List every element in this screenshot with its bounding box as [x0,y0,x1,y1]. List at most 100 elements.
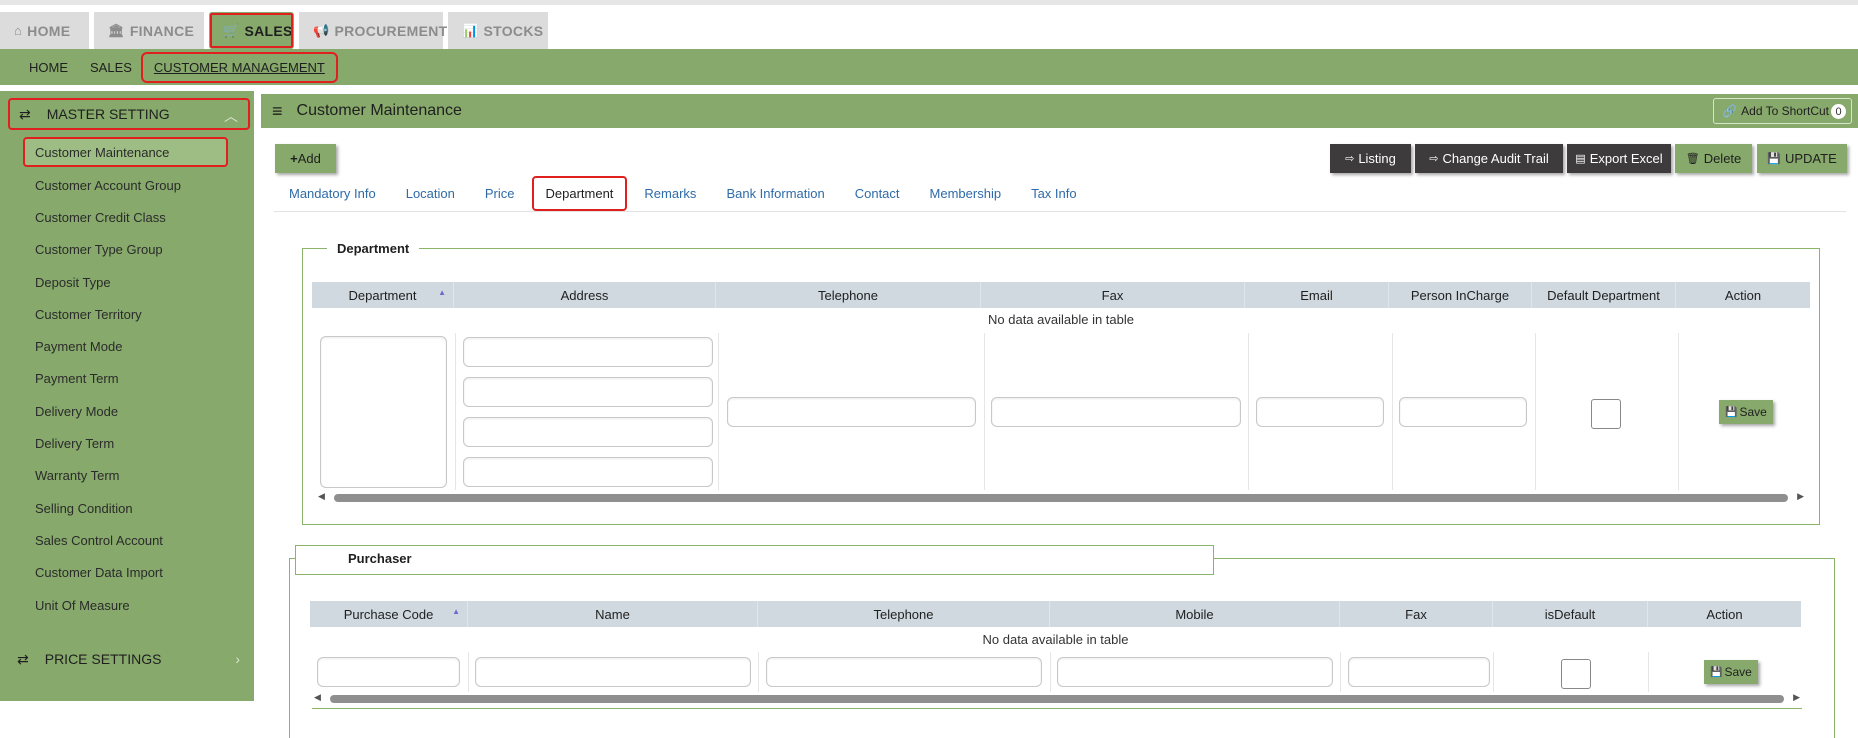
column-mobile[interactable]: Mobile [1050,601,1340,627]
subnav-customer-management[interactable]: CUSTOMER MANAGEMENT [140,51,338,83]
name-input[interactable] [475,657,751,687]
tab-bank-information[interactable]: Bank Information [711,180,839,207]
sidebar-item-customer-maintenance[interactable]: Customer Maintenance [23,137,228,167]
sidebar-item-delivery-term[interactable]: Delivery Term [0,427,254,459]
column-label: Action [1706,606,1743,622]
update-button[interactable]: 💾 UPDATE [1757,144,1847,173]
update-button-label: UPDATE [1784,151,1837,166]
column-email[interactable]: Email [1245,282,1389,308]
sidebar-price-settings[interactable]: ⇄ PRICE SETTINGS › [8,644,250,674]
module-tab-stocks[interactable]: 📊 STOCKS [448,12,548,49]
scroll-right-icon[interactable]: ▶ [1797,491,1804,502]
department-textarea[interactable] [320,336,447,488]
fax-input[interactable] [1348,657,1490,687]
sidebar-item-delivery-mode[interactable]: Delivery Mode [0,395,254,427]
sidebar-item-customer-credit-class[interactable]: Customer Credit Class [0,201,254,233]
sidebar-item-payment-term[interactable]: Payment Term [0,363,254,395]
email-input[interactable] [1256,397,1384,427]
sign-out-icon: ⇨ [1345,153,1355,165]
column-default-department[interactable]: Default Department [1532,282,1676,308]
purchaser-horizontal-scrollbar[interactable]: ◀ ▶ [312,692,1802,706]
purchaser-save-button[interactable]: 💾 Save [1704,660,1758,684]
scrollbar-thumb[interactable] [330,695,1784,703]
address-line-4-input[interactable] [463,457,713,487]
tab-price[interactable]: Price [470,180,530,207]
module-tab-home[interactable]: ⌂ HOME [0,12,89,49]
module-tab-procurement[interactable]: 📢 PROCUREMENT [299,12,447,49]
chart-icon: 📊 [462,22,479,38]
address-line-3-input[interactable] [463,417,713,447]
tab-department[interactable]: Department [531,175,628,211]
column-name[interactable]: Name [468,601,758,627]
sidebar-item-customer-territory[interactable]: Customer Territory [0,298,254,330]
column-label: Address [560,287,609,303]
column-fax[interactable]: Fax [1340,601,1493,627]
sidebar-item-customer-data-import[interactable]: Customer Data Import [0,557,254,589]
column-fax[interactable]: Fax [981,282,1245,308]
department-horizontal-scrollbar[interactable]: ◀ ▶ [316,491,1806,505]
export-excel-button[interactable]: ▤ Export Excel [1567,144,1671,173]
sidebar-item-customer-account-group[interactable]: Customer Account Group [0,169,254,201]
column-action[interactable]: Action [1648,601,1801,627]
sidebar-item-payment-mode[interactable]: Payment Mode [0,330,254,362]
column-label: Person InCharge [1410,287,1510,303]
bullhorn-icon: 📢 [313,22,330,38]
column-telephone[interactable]: Telephone [716,282,981,308]
delete-button[interactable]: 🗑 Delete [1675,144,1752,173]
sidebar-master-setting[interactable]: ⇄ MASTER SETTING ︿ [8,98,250,130]
sidebar-item-deposit-type[interactable]: Deposit Type [0,266,254,298]
tab-location[interactable]: Location [391,180,470,207]
scroll-right-icon[interactable]: ▶ [1793,692,1800,703]
save-icon: 💾 [1710,666,1723,678]
department-save-button[interactable]: 💾 Save [1719,400,1773,424]
change-audit-trail-button[interactable]: ⇨ Change Audit Trail [1415,144,1563,173]
sidebar-item-selling-condition[interactable]: Selling Condition [0,492,254,524]
file-excel-icon: ▤ [1575,153,1586,165]
scrollbar-thumb[interactable] [334,494,1788,502]
purchase-code-input[interactable] [317,657,460,687]
column-action[interactable]: Action [1676,282,1810,308]
tab-contact[interactable]: Contact [840,180,915,207]
tab-tax-info[interactable]: Tax Info [1016,180,1092,207]
column-label: Fax [1405,606,1427,622]
add-to-shortcut-button[interactable]: 🔗 Add To ShortCut 0 [1713,98,1852,124]
telephone-input[interactable] [727,397,976,427]
scroll-left-icon[interactable]: ◀ [314,692,321,703]
sidebar-item-unit-of-measure[interactable]: Unit Of Measure [0,589,254,621]
module-tab-label: SALES [244,22,293,39]
address-line-1-input[interactable] [463,337,713,367]
column-department[interactable]: Department ▲ [312,282,454,308]
column-label: Name [595,606,630,622]
trash-icon: 🗑 [1685,153,1700,165]
isdefault-checkbox[interactable] [1561,659,1591,689]
address-line-2-input[interactable] [463,377,713,407]
column-address[interactable]: Address [454,282,716,308]
module-tab-sales[interactable]: 🛒 SALES [209,12,294,49]
mobile-input[interactable] [1057,657,1333,687]
tab-membership[interactable]: Membership [915,180,1017,207]
column-telephone[interactable]: Telephone [758,601,1050,627]
scroll-left-icon[interactable]: ◀ [318,491,325,502]
module-tabs: ⌂ HOME 🏛 FINANCE 🛒 SALES 📢 PROCUREMENT 📊… [0,12,548,50]
sidebar: ⇄ MASTER SETTING ︿ Customer Maintenance … [0,91,254,701]
tab-mandatory-info[interactable]: Mandatory Info [274,180,391,207]
column-divider [1648,652,1649,692]
subnav-home[interactable]: HOME [18,54,79,81]
module-tab-finance[interactable]: 🏛 FINANCE [94,12,204,49]
default-department-checkbox[interactable] [1591,399,1621,429]
sidebar-item-warranty-term[interactable]: Warranty Term [0,460,254,492]
add-button[interactable]: + Add [275,144,336,173]
subnav-sales[interactable]: SALES [79,54,143,81]
telephone-input[interactable] [766,657,1042,687]
menu-icon[interactable]: ≡ [272,101,283,122]
column-isdefault[interactable]: isDefault [1493,601,1648,627]
exchange-icon: ⇄ [19,105,31,122]
tab-remarks[interactable]: Remarks [629,180,711,207]
listing-button[interactable]: ⇨ Listing [1330,144,1411,173]
fax-input[interactable] [991,397,1241,427]
sidebar-item-sales-control-account[interactable]: Sales Control Account [0,524,254,556]
person-incharge-input[interactable] [1399,397,1527,427]
column-person-incharge[interactable]: Person InCharge [1389,282,1532,308]
sidebar-item-customer-type-group[interactable]: Customer Type Group [0,234,254,266]
column-purchase-code[interactable]: Purchase Code ▲ [310,601,468,627]
